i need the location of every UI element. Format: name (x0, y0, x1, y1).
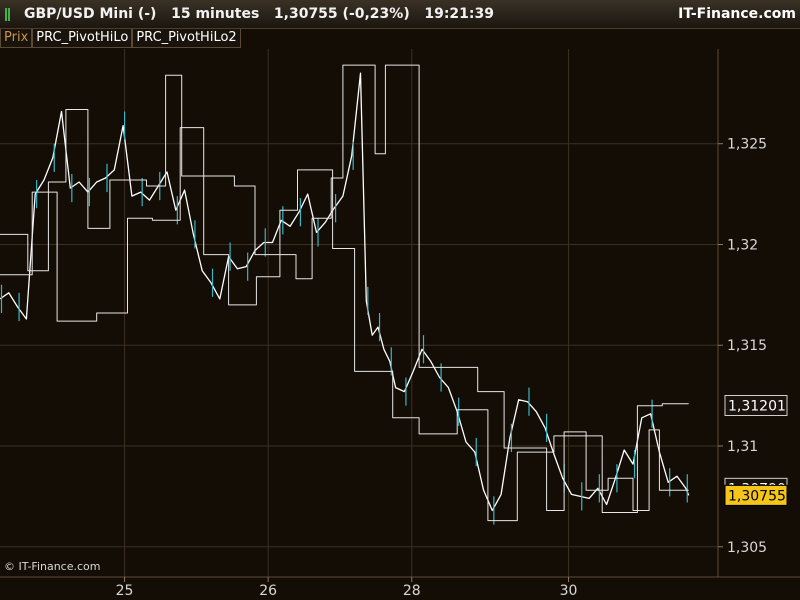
y-tick-label: 1,32 (727, 237, 758, 253)
y-tick-label: 1,325 (727, 137, 767, 153)
x-tick-label: 28 (403, 583, 421, 599)
chart-axes: 1,325 1,32 1,315 1,31 1,305 25 26 28 30 1,31201 1,… (0, 49, 800, 599)
x-tick-label: 26 (259, 583, 277, 599)
x-tick-label: 30 (560, 583, 578, 599)
copyright-text: © IT-Finance.com (4, 560, 101, 573)
y-tick-label: 1,31 (727, 439, 758, 455)
pivot-series-line (0, 64, 689, 511)
x-tick-label: 25 (116, 583, 134, 599)
y-tick-label: 1,315 (727, 338, 767, 354)
price-chart[interactable]: 1,325 1,32 1,315 1,31 1,305 25 26 28 30 1,31201 1,… (0, 0, 800, 600)
price-series-line (0, 72, 690, 512)
price-label-text: 1,31201 (728, 399, 786, 415)
price-label-text: 1,30755 (728, 488, 786, 504)
y-tick-label: 1,305 (727, 540, 767, 556)
chart-series (0, 64, 690, 525)
